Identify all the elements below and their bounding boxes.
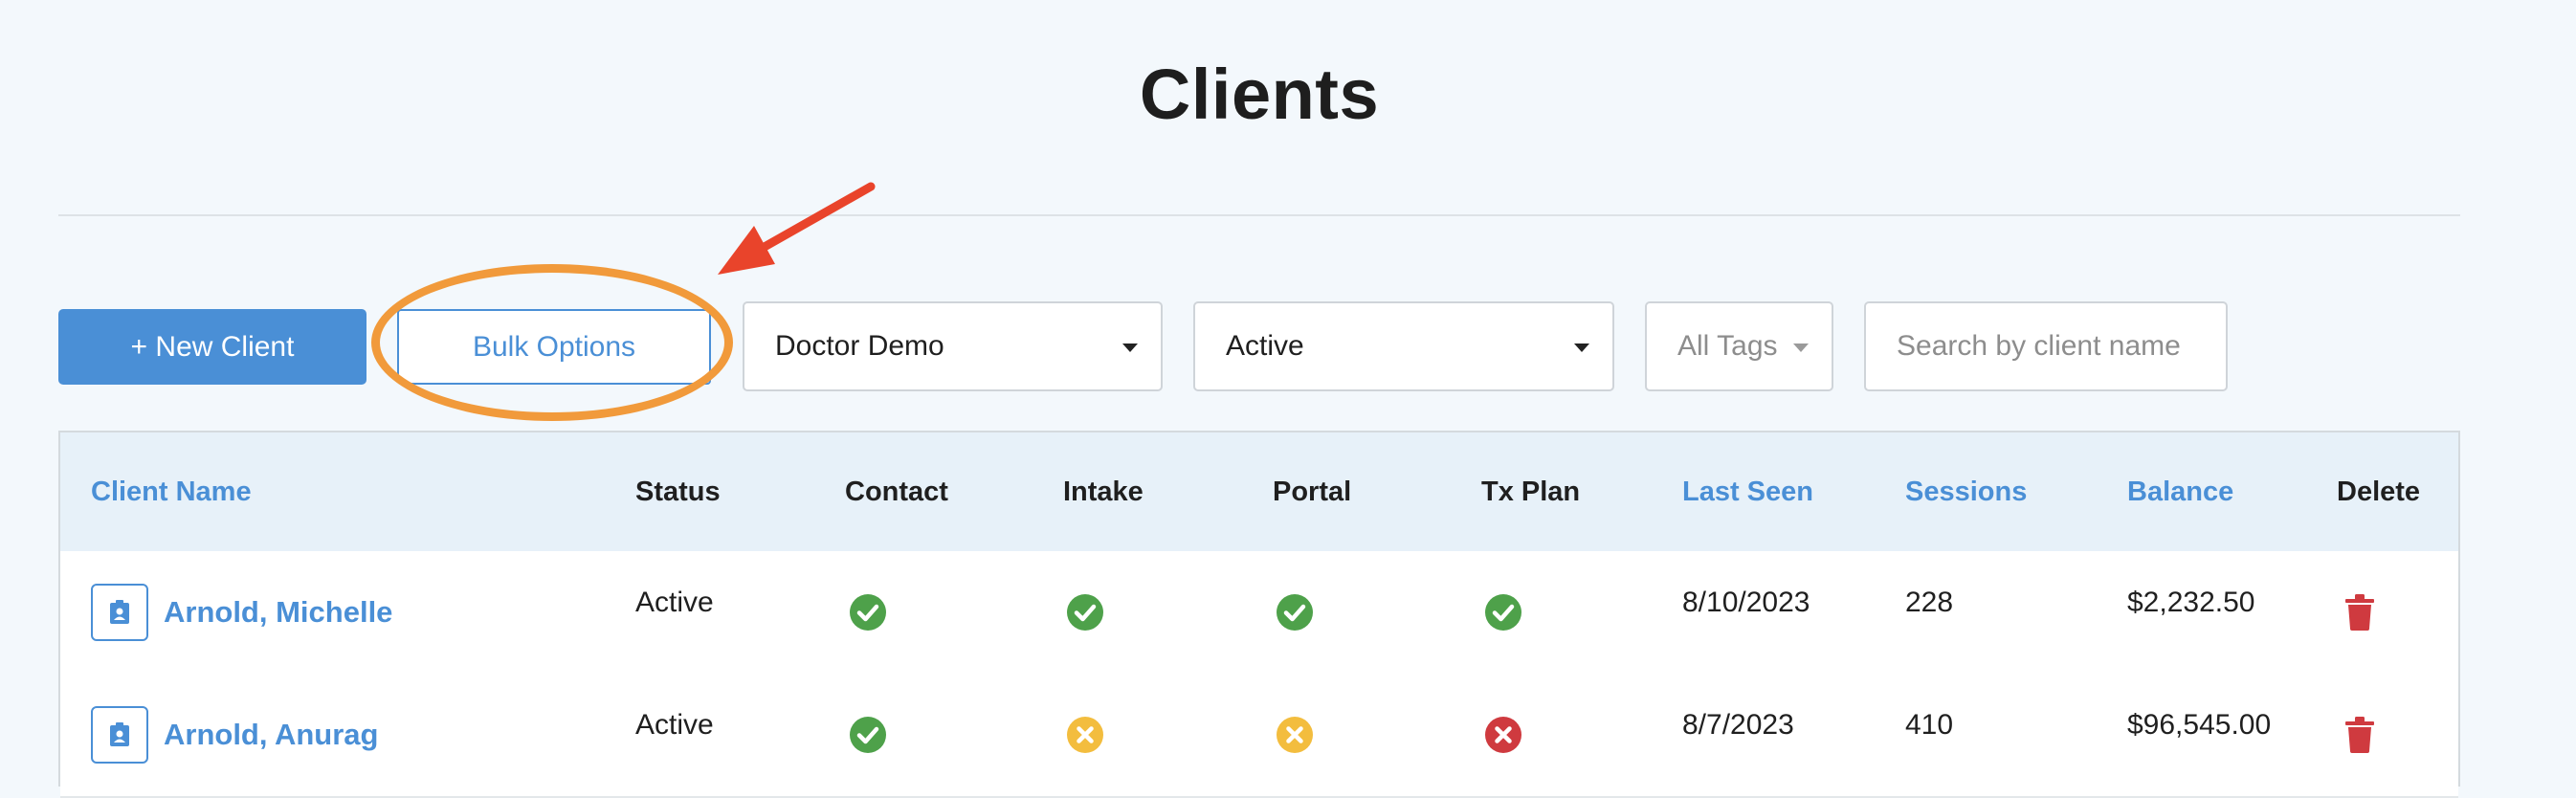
header-tx-plan: Tx Plan (1481, 476, 1581, 507)
check-icon (850, 717, 886, 753)
check-icon (1485, 594, 1521, 631)
last-seen-cell: 8/10/2023 (1682, 587, 1810, 618)
bulk-options-button[interactable]: Bulk Options (397, 309, 711, 385)
delete-cell (2345, 551, 2374, 674)
header-client-name[interactable]: Client Name (91, 432, 252, 551)
status-cell: Active (635, 709, 714, 741)
header-portal: Portal (1273, 476, 1352, 507)
header-balance[interactable]: Balance (2127, 432, 2233, 551)
delete-cell (2345, 674, 2374, 796)
last-seen-cell: 8/7/2023 (1682, 709, 1794, 741)
tx-plan-status-cell (1484, 551, 1522, 674)
tags-select-value: All Tags (1677, 330, 1778, 362)
contact-status-cell (849, 551, 887, 674)
header-status: Status (635, 476, 721, 507)
doctor-select-value: Doctor Demo (775, 330, 944, 362)
client-name-link[interactable]: Arnold, Anurag (164, 718, 378, 752)
check-icon (850, 594, 886, 631)
balance-cell: $96,545.00 (2127, 709, 2272, 741)
tx-plan-status-cell (1484, 674, 1522, 796)
balance-cell: $2,232.50 (2127, 587, 2255, 618)
client-name-cell: Arnold, Anurag (91, 674, 378, 796)
page-title: Clients (1139, 55, 1380, 134)
portal-status-cell (1276, 551, 1314, 674)
annotation-arrow-icon (718, 182, 876, 275)
header-contact: Contact (845, 476, 948, 507)
sessions-cell: 410 (1905, 709, 1954, 741)
check-icon (1067, 594, 1103, 631)
table-row: Arnold, Michelle Active 8/10/2023 228 $2… (60, 551, 2458, 676)
clients-table: Client Name Status Contact Intake Portal… (58, 431, 2460, 798)
status-select-value: Active (1226, 330, 1304, 362)
trash-icon[interactable] (2345, 717, 2374, 753)
check-icon (1277, 594, 1313, 631)
intake-status-cell (1066, 551, 1104, 674)
chevron-down-icon (1122, 344, 1138, 352)
portal-status-cell (1276, 674, 1314, 796)
client-id-icon[interactable] (91, 706, 148, 764)
header-delete: Delete (2337, 476, 2421, 507)
client-name-link[interactable]: Arnold, Michelle (164, 595, 392, 630)
header-intake: Intake (1063, 476, 1144, 507)
chevron-down-icon (1793, 344, 1809, 352)
client-search-input[interactable] (1864, 301, 2228, 391)
sessions-cell: 228 (1905, 587, 1954, 618)
new-client-button[interactable]: + New Client (58, 309, 366, 385)
client-name-cell: Arnold, Michelle (91, 551, 392, 674)
status-select[interactable]: Active (1193, 301, 1614, 391)
doctor-select[interactable]: Doctor Demo (743, 301, 1163, 391)
intake-status-cell (1066, 674, 1104, 796)
header-last-seen[interactable]: Last Seen (1682, 432, 1813, 551)
chevron-down-icon (1574, 344, 1589, 352)
warning-x-icon (1277, 717, 1313, 753)
warning-x-icon (1067, 717, 1103, 753)
tags-select[interactable]: All Tags (1645, 301, 1833, 391)
contact-status-cell (849, 674, 887, 796)
table-header: Client Name Status Contact Intake Portal… (60, 432, 2458, 553)
title-divider (58, 214, 2460, 216)
status-cell: Active (635, 587, 714, 618)
table-row: Arnold, Anurag Active 8/7/2023 410 $96,5… (60, 674, 2458, 798)
header-sessions[interactable]: Sessions (1905, 432, 2027, 551)
error-x-icon (1485, 717, 1521, 753)
trash-icon[interactable] (2345, 594, 2374, 631)
client-id-icon[interactable] (91, 584, 148, 641)
